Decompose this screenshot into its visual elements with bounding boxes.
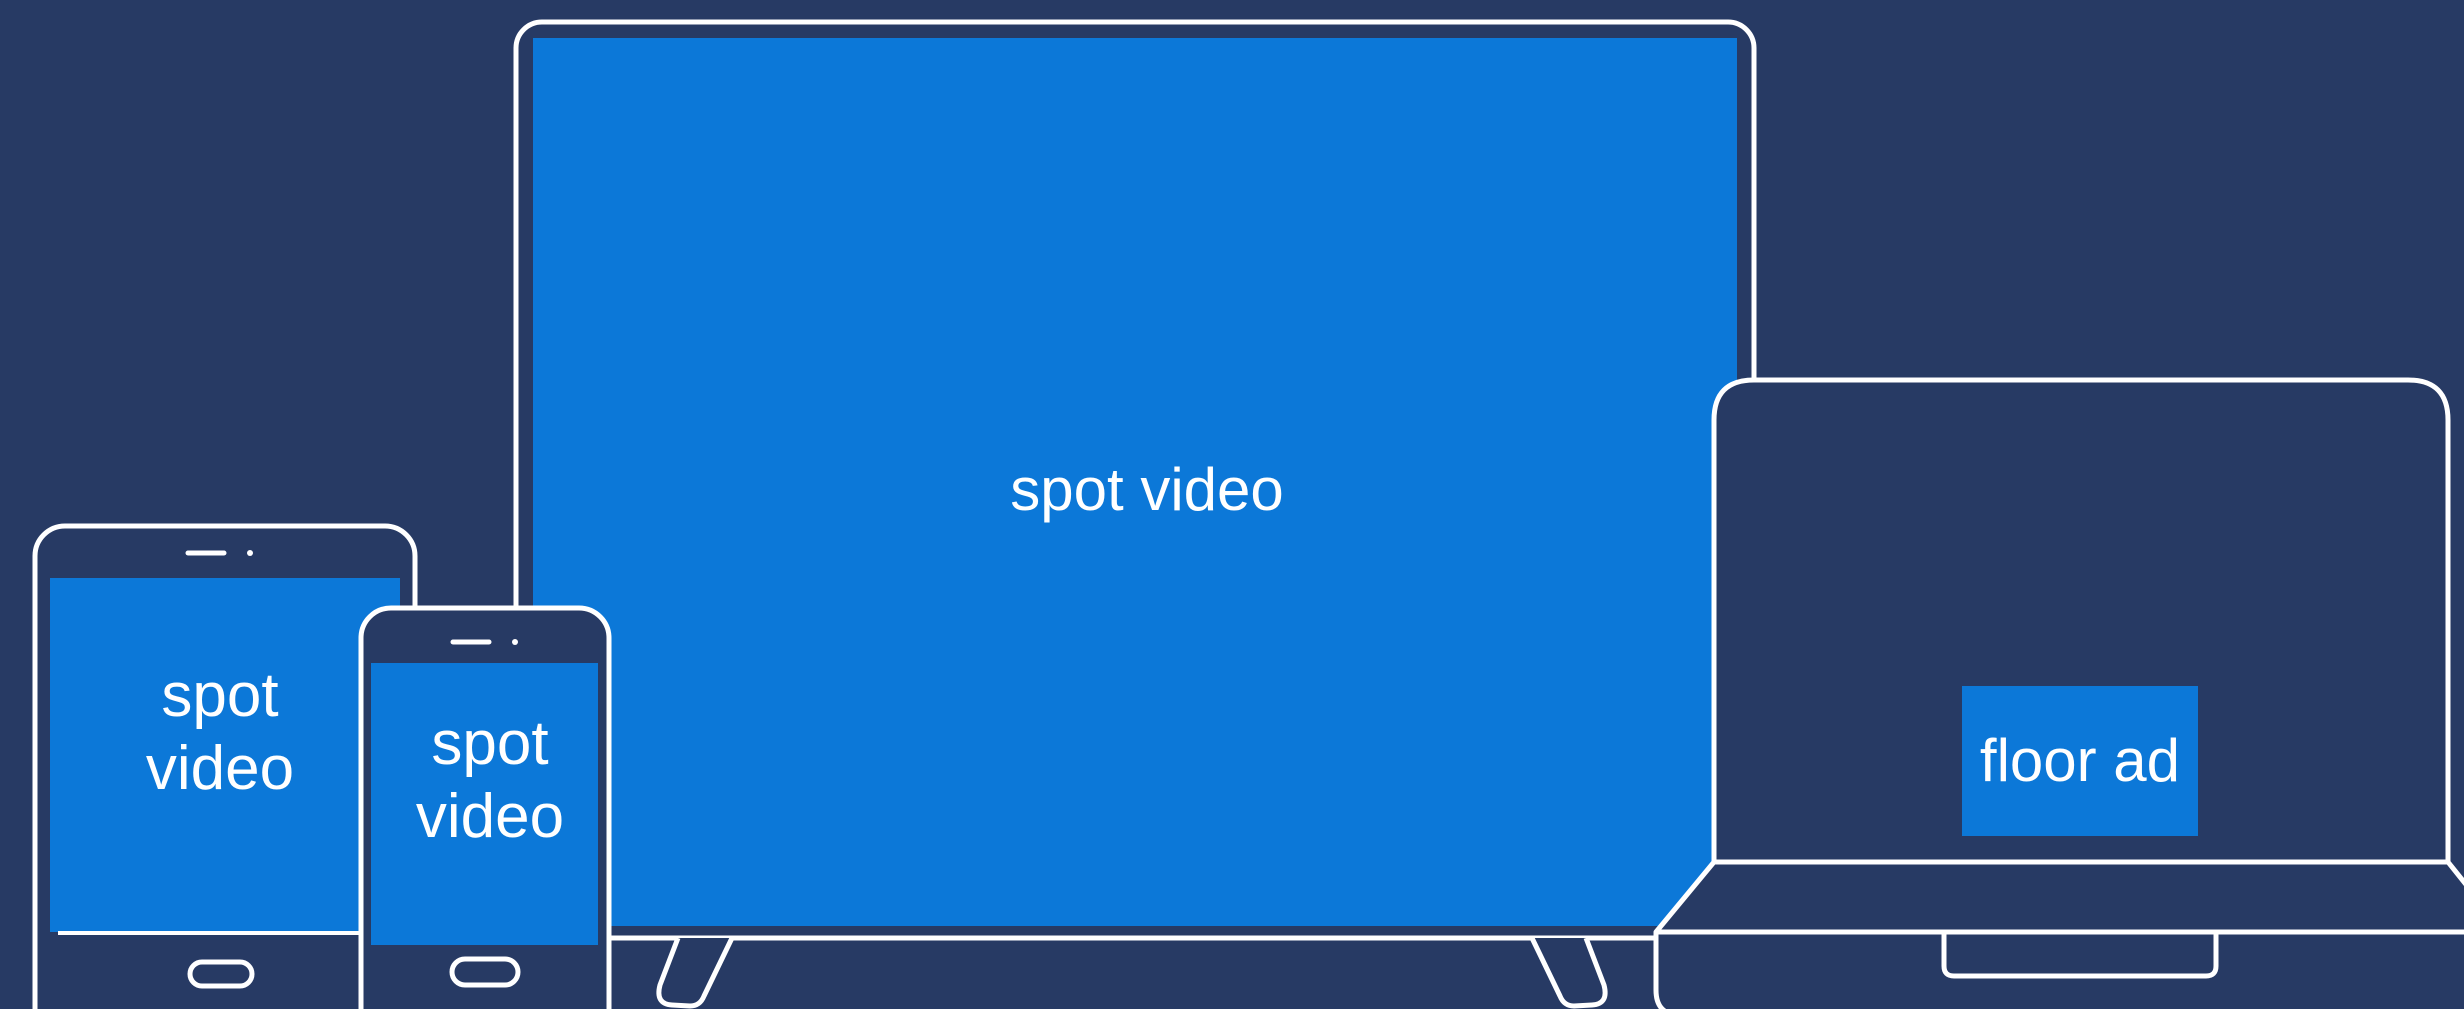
- tablet-label-line-2: video: [145, 733, 295, 803]
- tv-left-leg: [656, 936, 735, 1009]
- phone-label-line-2: video: [415, 781, 565, 851]
- phone-camera: [512, 639, 518, 645]
- tablet-screen-label: spot video: [50, 660, 390, 805]
- tablet-camera: [247, 550, 253, 556]
- device-showcase: spot video spot video spot video floor a…: [0, 0, 2464, 1009]
- phone-label-line-1: spot: [431, 709, 549, 778]
- tv-label-line: spot video: [1010, 456, 1284, 523]
- floor-ad-label: floor ad: [1962, 686, 2198, 836]
- tv-screen-label: spot video: [530, 455, 1764, 525]
- floor-ad-label-line: floor ad: [1979, 727, 2181, 794]
- tablet-label-line-1: spot: [161, 661, 279, 730]
- phone-screen-label: spot video: [370, 708, 610, 853]
- tv-right-leg: [1529, 936, 1608, 1009]
- laptop-base: [1653, 859, 2464, 1009]
